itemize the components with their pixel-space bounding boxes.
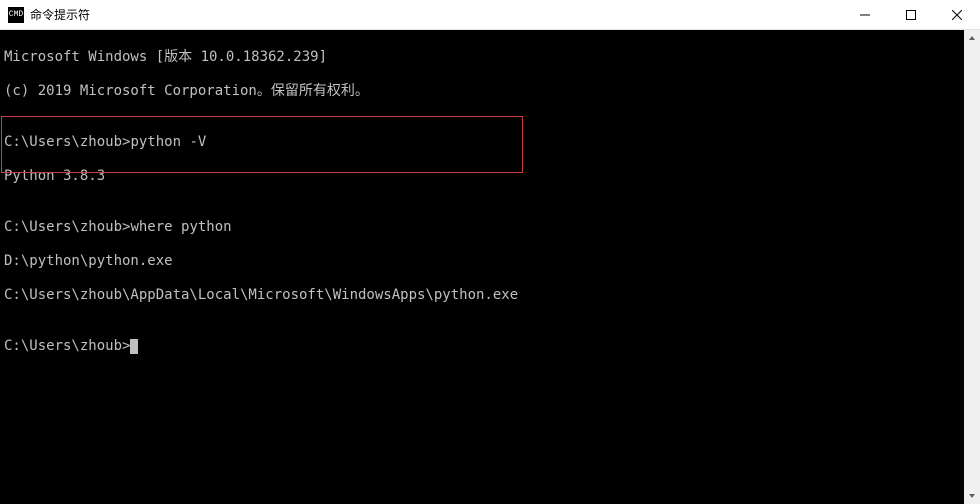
scroll-down-button[interactable] (964, 488, 980, 504)
maximize-icon (906, 10, 916, 20)
output-line: D:\python\python.exe (4, 253, 976, 270)
header-line: Microsoft Windows [版本 10.0.18362.239] (4, 49, 976, 66)
window-title: 命令提示符 (30, 6, 842, 23)
scroll-track[interactable] (964, 46, 980, 488)
output-line: Python 3.8.3 (4, 168, 976, 185)
command-text: python -V (130, 134, 206, 150)
command-line: C:\Users\zhoub>where python (4, 219, 976, 236)
scroll-up-button[interactable] (964, 30, 980, 46)
prompt-text: C:\Users\zhoub> (4, 219, 130, 235)
minimize-button[interactable] (842, 0, 888, 29)
text-cursor (130, 339, 138, 354)
output-line: C:\Users\zhoub\AppData\Local\Microsoft\W… (4, 287, 976, 304)
minimize-icon (860, 10, 870, 20)
prompt-line: C:\Users\zhoub> (4, 338, 976, 355)
terminal-output[interactable]: Microsoft Windows [版本 10.0.18362.239] (c… (0, 30, 980, 504)
titlebar[interactable]: CMD 命令提示符 (0, 0, 980, 30)
maximize-button[interactable] (888, 0, 934, 29)
prompt-text: C:\Users\zhoub> (4, 338, 130, 354)
window-controls (842, 0, 980, 29)
copyright-line: (c) 2019 Microsoft Corporation。保留所有权利。 (4, 83, 976, 100)
chevron-up-icon (968, 34, 976, 42)
close-icon (952, 10, 962, 20)
command-text: where python (130, 219, 231, 235)
cmd-icon-label: CMD (9, 10, 23, 19)
close-button[interactable] (934, 0, 980, 29)
chevron-down-icon (968, 492, 976, 500)
command-prompt-window: CMD 命令提示符 Microsoft Windows [版本 10.0.183… (0, 0, 980, 504)
cmd-icon: CMD (8, 7, 24, 23)
vertical-scrollbar[interactable] (964, 30, 980, 504)
command-line: C:\Users\zhoub>python -V (4, 134, 976, 151)
prompt-text: C:\Users\zhoub> (4, 134, 130, 150)
